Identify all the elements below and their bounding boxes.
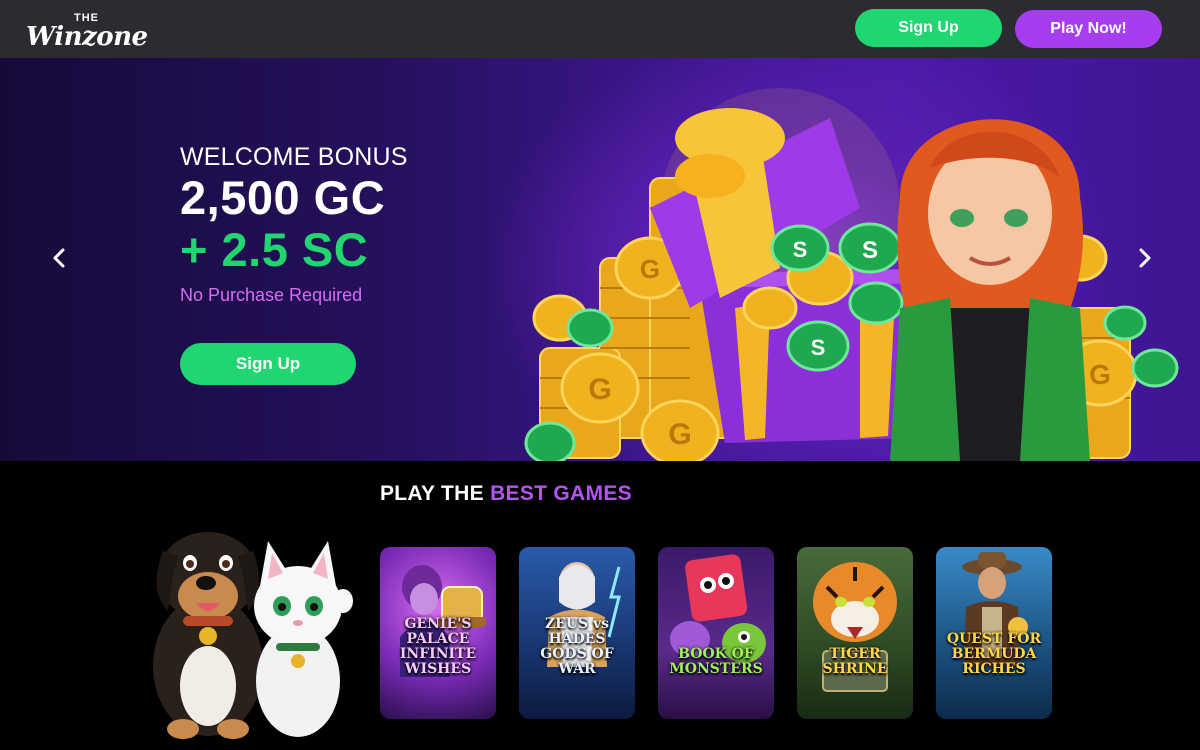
- svg-text:S: S: [811, 335, 826, 360]
- sc-amount: + 2.5 SC: [180, 223, 369, 276]
- hero-banner: G G G G S S S WELCOME BONUS 2,500 GC + 2…: [0, 58, 1200, 461]
- svg-text:G: G: [588, 373, 611, 406]
- game-card-title: BOOK OF MONSTERS: [669, 646, 763, 677]
- tiger-art: [813, 562, 897, 692]
- carousel-prev-button[interactable]: [47, 246, 71, 270]
- game-card-tiger-shrine[interactable]: TIGER SHRINE: [797, 547, 913, 719]
- games-heading-part1: PLAY THE: [380, 482, 491, 505]
- redhead-character: [890, 119, 1090, 461]
- games-heading-accent: BEST GAMES: [490, 482, 632, 505]
- top-header: THE Winzone Sign Up Play Now!: [0, 0, 1200, 58]
- svg-text:S: S: [793, 237, 808, 262]
- no-purchase-text: No Purchase Required: [180, 285, 363, 305]
- gc-amount: 2,500 GC: [180, 171, 386, 224]
- game-card-title: GENIE'S PALACE INFINITE WISHES: [399, 616, 477, 677]
- winzone-logo[interactable]: THE Winzone: [26, 12, 148, 52]
- chevron-left-icon: [53, 248, 65, 268]
- games-section: PLAY THE BEST GAMES GENIE'S PALACE INFIN…: [0, 461, 1200, 750]
- game-card-title: TIGER SHRINE: [822, 646, 888, 677]
- game-card-quest-for-bermuda-riches[interactable]: QUEST FOR BERMUDA RICHES: [936, 547, 1052, 719]
- game-card-zeus-hades[interactable]: ZEUS vs HADES GODS OF WAR: [519, 547, 635, 719]
- hero-signup-button[interactable]: Sign Up: [180, 343, 356, 385]
- welcome-bonus-heading: WELCOME BONUS: [180, 143, 408, 171]
- game-card-genies-palace[interactable]: GENIE'S PALACE INFINITE WISHES: [380, 547, 496, 719]
- svg-text:G: G: [640, 254, 660, 284]
- chevron-right-icon: [1139, 248, 1151, 268]
- svg-text:S: S: [862, 237, 878, 264]
- game-card-title: ZEUS vs HADES GODS OF WAR: [540, 616, 614, 677]
- monster-art: [670, 554, 766, 663]
- game-card-book-of-monsters[interactable]: BOOK OF MONSTERS: [658, 547, 774, 719]
- header-signup-button[interactable]: Sign Up: [855, 9, 1002, 47]
- play-now-button[interactable]: Play Now!: [1015, 10, 1162, 48]
- dog-and-cat-mascots: [153, 532, 353, 739]
- hero-copy: WELCOME BONUS 2,500 GC + 2.5 SC No Purch…: [180, 142, 500, 306]
- games-heading: PLAY THE BEST GAMES: [380, 482, 632, 506]
- carousel-next-button[interactable]: [1133, 246, 1157, 270]
- game-card-title: QUEST FOR BERMUDA RICHES: [946, 631, 1042, 677]
- svg-text:G: G: [1089, 359, 1111, 390]
- svg-text:G: G: [668, 418, 691, 451]
- logo-wordmark: Winzone: [26, 22, 148, 52]
